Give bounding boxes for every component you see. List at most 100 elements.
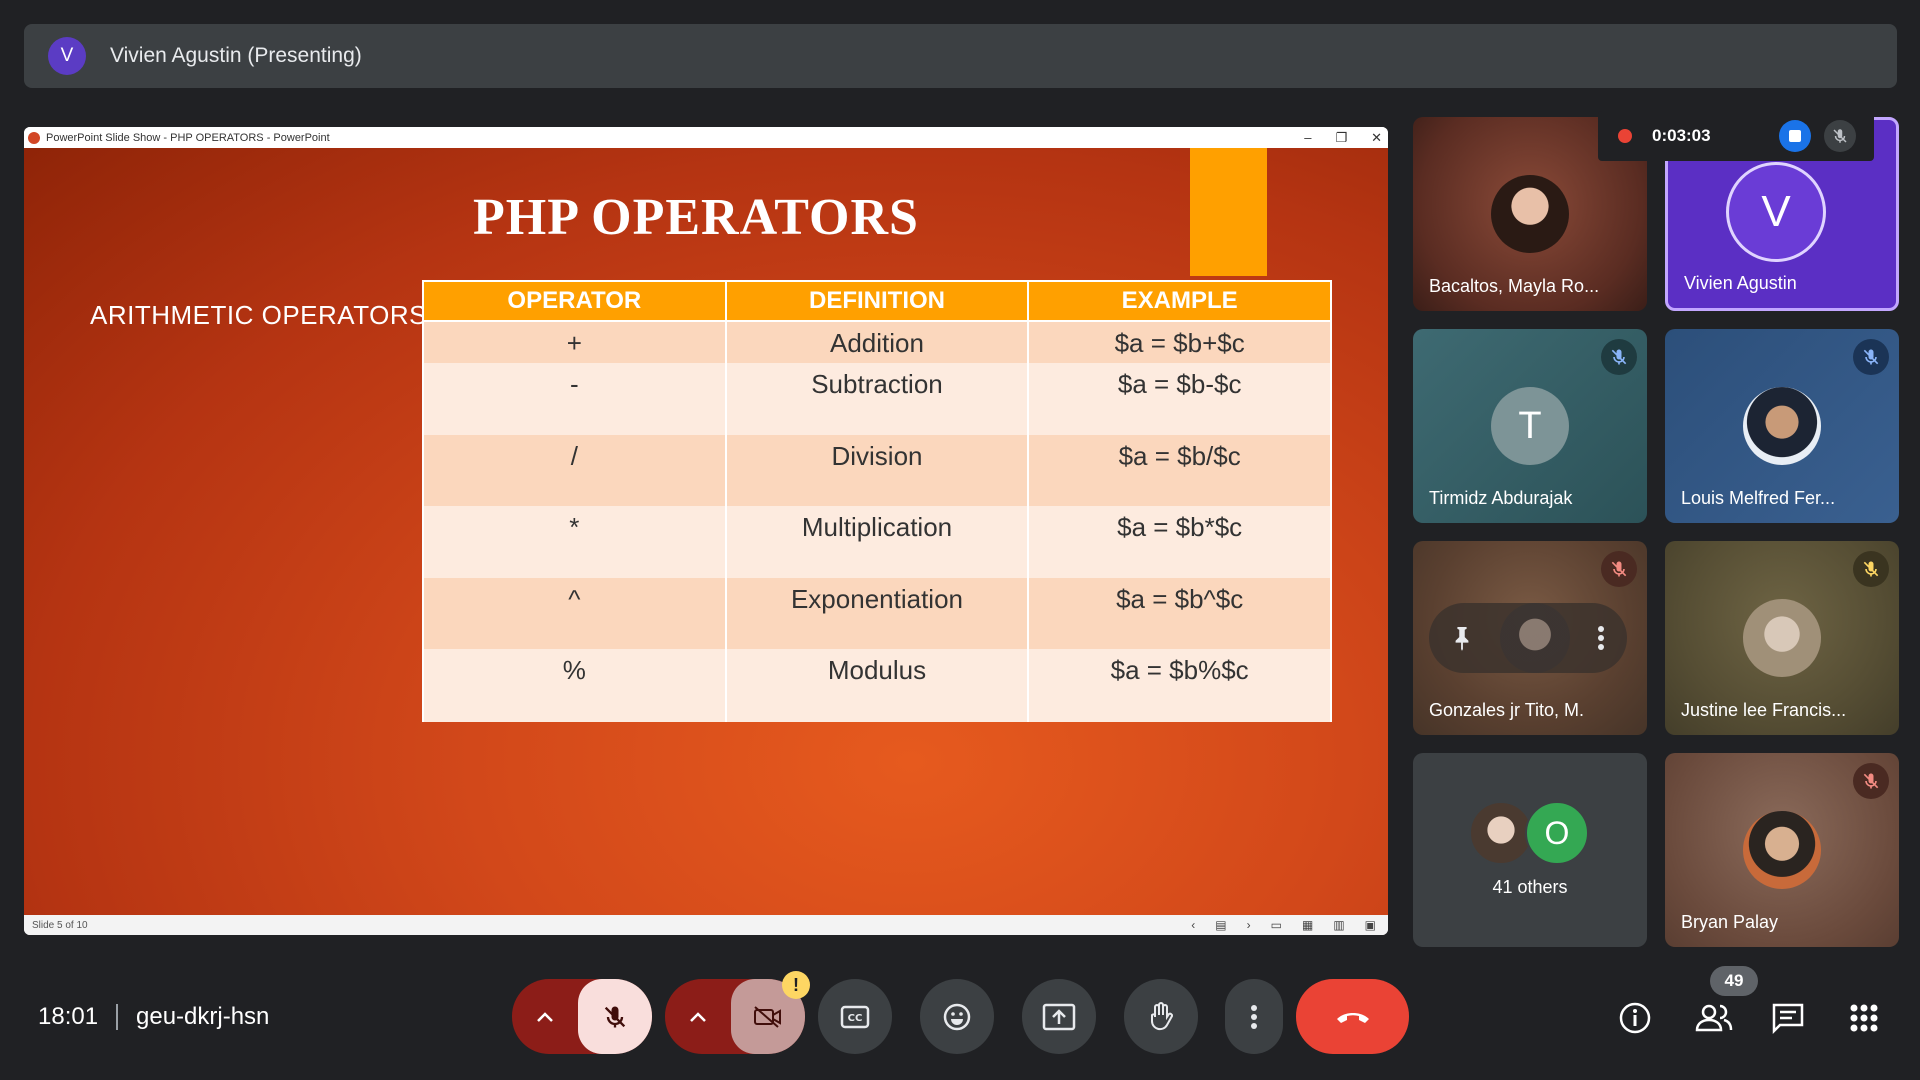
mic-off-icon (1863, 349, 1879, 365)
ppt-titlebar: PowerPoint Slide Show - PHP OPERATORS - … (24, 127, 1388, 148)
captions-button[interactable]: CC (818, 979, 892, 1054)
mic-off-icon (604, 1006, 626, 1027)
raise-hand-icon (1150, 1001, 1173, 1030)
mic-off-icon (1833, 129, 1847, 143)
participant-avatar: V (1726, 162, 1826, 262)
participant-tile[interactable]: Justine lee Francis... (1665, 541, 1899, 735)
close-icon[interactable]: ✕ (1371, 130, 1382, 146)
participant-avatar (1743, 387, 1821, 465)
muted-badge (1601, 551, 1637, 587)
participant-tile[interactable]: T Tirmidz Abdurajak (1413, 329, 1647, 523)
video-options-button[interactable] (665, 979, 731, 1054)
operators-table: OPERATOR DEFINITION EXAMPLE + Addition $… (422, 280, 1332, 722)
slide-counter: Slide 5 of 10 (32, 919, 88, 931)
stop-recording-button[interactable] (1779, 120, 1811, 152)
table-header: DEFINITION (724, 280, 1030, 322)
muted-badge (1601, 339, 1637, 375)
recording-indicator: 0:03:03 (1598, 111, 1874, 161)
clock: 18:01 (38, 1003, 99, 1030)
mic-off-icon (1863, 773, 1879, 789)
participant-name: Louis Melfred Fer... (1681, 488, 1836, 508)
table-cell: $a = $b^$c (1027, 578, 1332, 649)
chevron-up-icon (537, 1011, 553, 1022)
present-icon (1042, 1003, 1076, 1030)
participant-avatar (1743, 811, 1821, 889)
participant-avatar (1743, 599, 1821, 677)
audio-options-button[interactable] (512, 979, 578, 1054)
chevron-up-icon (690, 1011, 706, 1022)
participant-avatar (1500, 603, 1570, 673)
ppt-window-title: PowerPoint Slide Show - PHP OPERATORS - … (46, 131, 330, 144)
sorter-view-icon[interactable]: ▦ (1302, 918, 1313, 932)
slideshow-view-icon[interactable]: ▣ (1365, 918, 1376, 932)
presenter-bar: V Vivien Agustin (Presenting) (24, 24, 1897, 88)
ppt-statusbar: Slide 5 of 10 ‹ ▤ › ▭ ▦ ▥ ▣ (24, 915, 1388, 935)
slide-title: PHP OPERATORS (473, 189, 919, 246)
participant-tile[interactable]: Louis Melfred Fer... (1665, 329, 1899, 523)
chat-button[interactable] (1768, 998, 1808, 1038)
participant-name: Gonzales jr Tito, M. (1429, 700, 1585, 720)
mic-off-icon (1611, 561, 1627, 577)
muted-badge (1853, 339, 1889, 375)
table-row: * Multiplication $a = $b*$c (422, 506, 1332, 578)
present-button[interactable] (1022, 979, 1096, 1054)
table-cell: $a = $b%$c (1027, 649, 1332, 722)
table-cell: $a = $b-$c (1027, 363, 1332, 435)
meeting-code: geu-dkrj-hsn (136, 1003, 270, 1030)
restore-icon[interactable]: ❐ (1335, 130, 1347, 146)
reading-view-icon[interactable]: ▥ (1333, 918, 1344, 932)
minimize-icon[interactable]: – (1304, 130, 1311, 145)
table-cell: $a = $b+$c (1027, 321, 1332, 363)
powerpoint-icon (28, 131, 40, 144)
presenter-label: Vivien Agustin (Presenting) (110, 44, 362, 67)
raise-hand-button[interactable] (1124, 979, 1198, 1054)
slide-subtitle: ARITHMETIC OPERATORS (90, 300, 427, 330)
table-cell: $a = $b*$c (1027, 506, 1332, 578)
table-cell: - (422, 363, 727, 435)
table-row: + Addition $a = $b+$c (422, 321, 1332, 363)
participant-tile[interactable]: Gonzales jr Tito, M. (1413, 541, 1647, 735)
participant-name: Vivien Agustin (1684, 273, 1797, 293)
table-cell: / (422, 435, 727, 506)
tile-hover-controls (1429, 603, 1627, 673)
prev-slide-icon[interactable]: ‹ (1191, 918, 1195, 932)
notes-icon[interactable]: ▤ (1215, 918, 1226, 932)
chat-icon (1772, 1003, 1804, 1034)
meeting-info-button[interactable] (1615, 998, 1655, 1038)
end-call-icon (1336, 1012, 1369, 1023)
table-cell: + (422, 321, 727, 363)
mic-off-icon (1611, 349, 1627, 365)
people-icon (1695, 1004, 1733, 1032)
table-cell: Multiplication (724, 506, 1030, 578)
recording-mic-button[interactable] (1824, 120, 1856, 152)
participant-avatar (1469, 801, 1533, 865)
muted-badge (1853, 763, 1889, 799)
normal-view-icon[interactable]: ▭ (1271, 918, 1282, 932)
captions-icon: CC (840, 1005, 870, 1028)
table-cell: $a = $b/$c (1027, 435, 1332, 506)
svg-text:CC: CC (848, 1013, 863, 1024)
participant-name: Bacaltos, Mayla Ro... (1429, 276, 1600, 296)
participant-tile[interactable]: Bryan Palay (1665, 753, 1899, 947)
warning-badge: ! (782, 971, 810, 999)
participant-avatar: T (1491, 387, 1569, 465)
people-button[interactable] (1692, 998, 1736, 1038)
mic-control-group (512, 979, 652, 1054)
mic-off-icon (1863, 561, 1879, 577)
reactions-button[interactable] (920, 979, 994, 1054)
end-call-button[interactable] (1296, 979, 1409, 1054)
activities-button[interactable] (1844, 998, 1884, 1038)
mic-toggle-button[interactable] (578, 979, 652, 1054)
pin-icon[interactable] (1451, 625, 1473, 651)
recording-dot-icon (1618, 129, 1632, 143)
presented-screen[interactable]: PowerPoint Slide Show - PHP OPERATORS - … (24, 127, 1388, 935)
more-vert-icon[interactable] (1597, 625, 1605, 651)
next-slide-icon[interactable]: › (1247, 918, 1251, 932)
others-count: 41 others (1492, 877, 1568, 897)
divider (116, 1004, 118, 1030)
more-options-button[interactable] (1225, 979, 1283, 1054)
others-tile[interactable]: O 41 others (1413, 753, 1647, 947)
table-cell: % (422, 649, 727, 722)
table-header: OPERATOR (422, 280, 727, 322)
people-count-badge: 49 (1710, 966, 1758, 996)
